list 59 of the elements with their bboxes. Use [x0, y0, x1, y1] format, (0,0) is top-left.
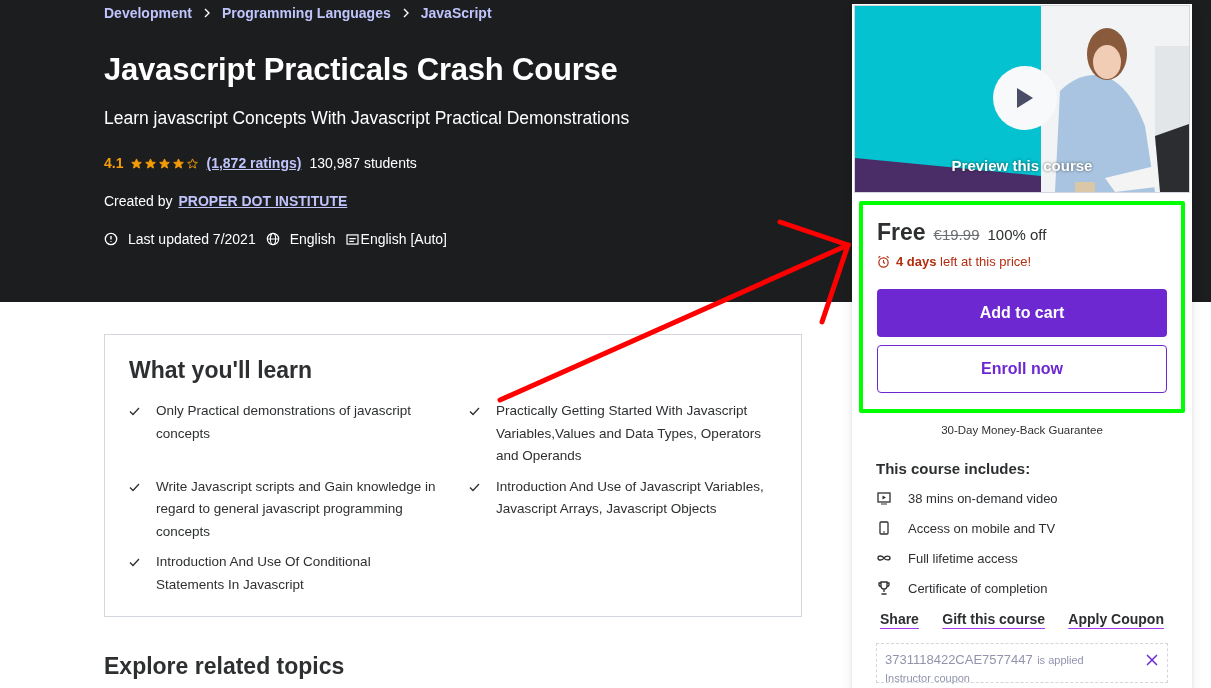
video-icon	[877, 491, 891, 505]
meta-text: English [Auto]	[360, 231, 447, 247]
meta-text: Last updated 7/2021	[128, 231, 256, 247]
star-outline-icon	[187, 157, 199, 169]
guarantee-text: 30-Day Money-Back Guarantee	[941, 424, 1103, 436]
check-icon	[129, 558, 140, 567]
star-icon	[159, 157, 171, 169]
add-to-cart-button[interactable]: Add to cart	[877, 289, 1167, 337]
check-icon	[129, 482, 140, 492]
globe-icon	[265, 232, 280, 246]
includes-item: Full lifetime access	[908, 550, 1018, 566]
coupon-code: 3731118422CAE7577447	[885, 652, 1033, 667]
explore-heading: Explore related topics	[104, 653, 345, 680]
learn-item: Introduction And Use Of Conditional Statements In Javascript	[156, 553, 372, 594]
deadline-text: 4 days left at this price!	[896, 254, 1032, 269]
check-icon	[469, 407, 480, 416]
coupon-status: is applied	[1037, 654, 1084, 666]
learn-item: Write Javascript scripts and Gain knowledge in regard to general javascript programming concepts	[156, 477, 437, 541]
discount-text: 100% off	[987, 226, 1047, 243]
includes-item: Certificate of completion	[908, 580, 1048, 596]
play-icon	[1015, 86, 1035, 110]
check-icon	[129, 407, 140, 416]
course-subtitle: Learn javascript Concepts With Javascript Practical Demonstrations	[104, 108, 631, 129]
phone-icon	[879, 521, 889, 535]
original-price: €19.99	[933, 226, 980, 243]
star-icon	[173, 157, 185, 169]
coupon-note: Instructor coupon	[885, 672, 971, 684]
learn-heading: What you'll learn	[129, 357, 314, 384]
students-count: 130,987 students	[309, 155, 417, 171]
remove-coupon-button[interactable]	[1145, 654, 1159, 668]
created-by-label: Created by	[104, 193, 173, 209]
breadcrumb-link[interactable]: Development	[104, 5, 192, 21]
ratings-link[interactable]: (1,872 ratings)	[206, 155, 302, 171]
card-link[interactable]: Apply Coupon	[1068, 611, 1164, 627]
rating-score: 4.1	[104, 155, 124, 171]
includes-item: Access on mobile and TV	[908, 520, 1056, 536]
check-icon	[469, 482, 480, 492]
price: Free	[877, 219, 926, 246]
star-icon	[131, 157, 143, 169]
includes-item: 38 mins on-demand video	[908, 490, 1058, 506]
star-icon	[145, 157, 157, 169]
includes-heading: This course includes:	[876, 460, 1032, 477]
breadcrumb-link[interactable]: Programming Languages	[221, 5, 391, 21]
learn-item: Only Practical demonstrations of javascript concepts	[156, 402, 413, 443]
trophy-icon	[878, 581, 890, 595]
alarm-clock-icon	[877, 255, 890, 268]
author-link[interactable]: PROPER DOT INSTITUTE	[178, 193, 348, 209]
card-link[interactable]: Gift this course	[942, 611, 1045, 627]
learn-item: Practically Getting Started With Javascript Variables,Values and Data Types, Operators and Operands	[496, 402, 762, 465]
captions-icon	[345, 233, 359, 245]
alert-icon	[104, 232, 118, 246]
infinity-icon	[877, 554, 891, 562]
learn-item: Introduction And Use of Javascript Variables, Javascript Arrays, Javascript Objects	[496, 477, 765, 518]
enroll-button[interactable]: Enroll now	[877, 345, 1167, 393]
breadcrumb-link[interactable]: JavaScript	[420, 5, 492, 21]
card-link[interactable]: Share	[880, 611, 919, 627]
close-icon	[1146, 654, 1158, 666]
meta-text: English	[289, 231, 336, 247]
course-title: Javascript Practicals Crash Course	[104, 52, 619, 88]
